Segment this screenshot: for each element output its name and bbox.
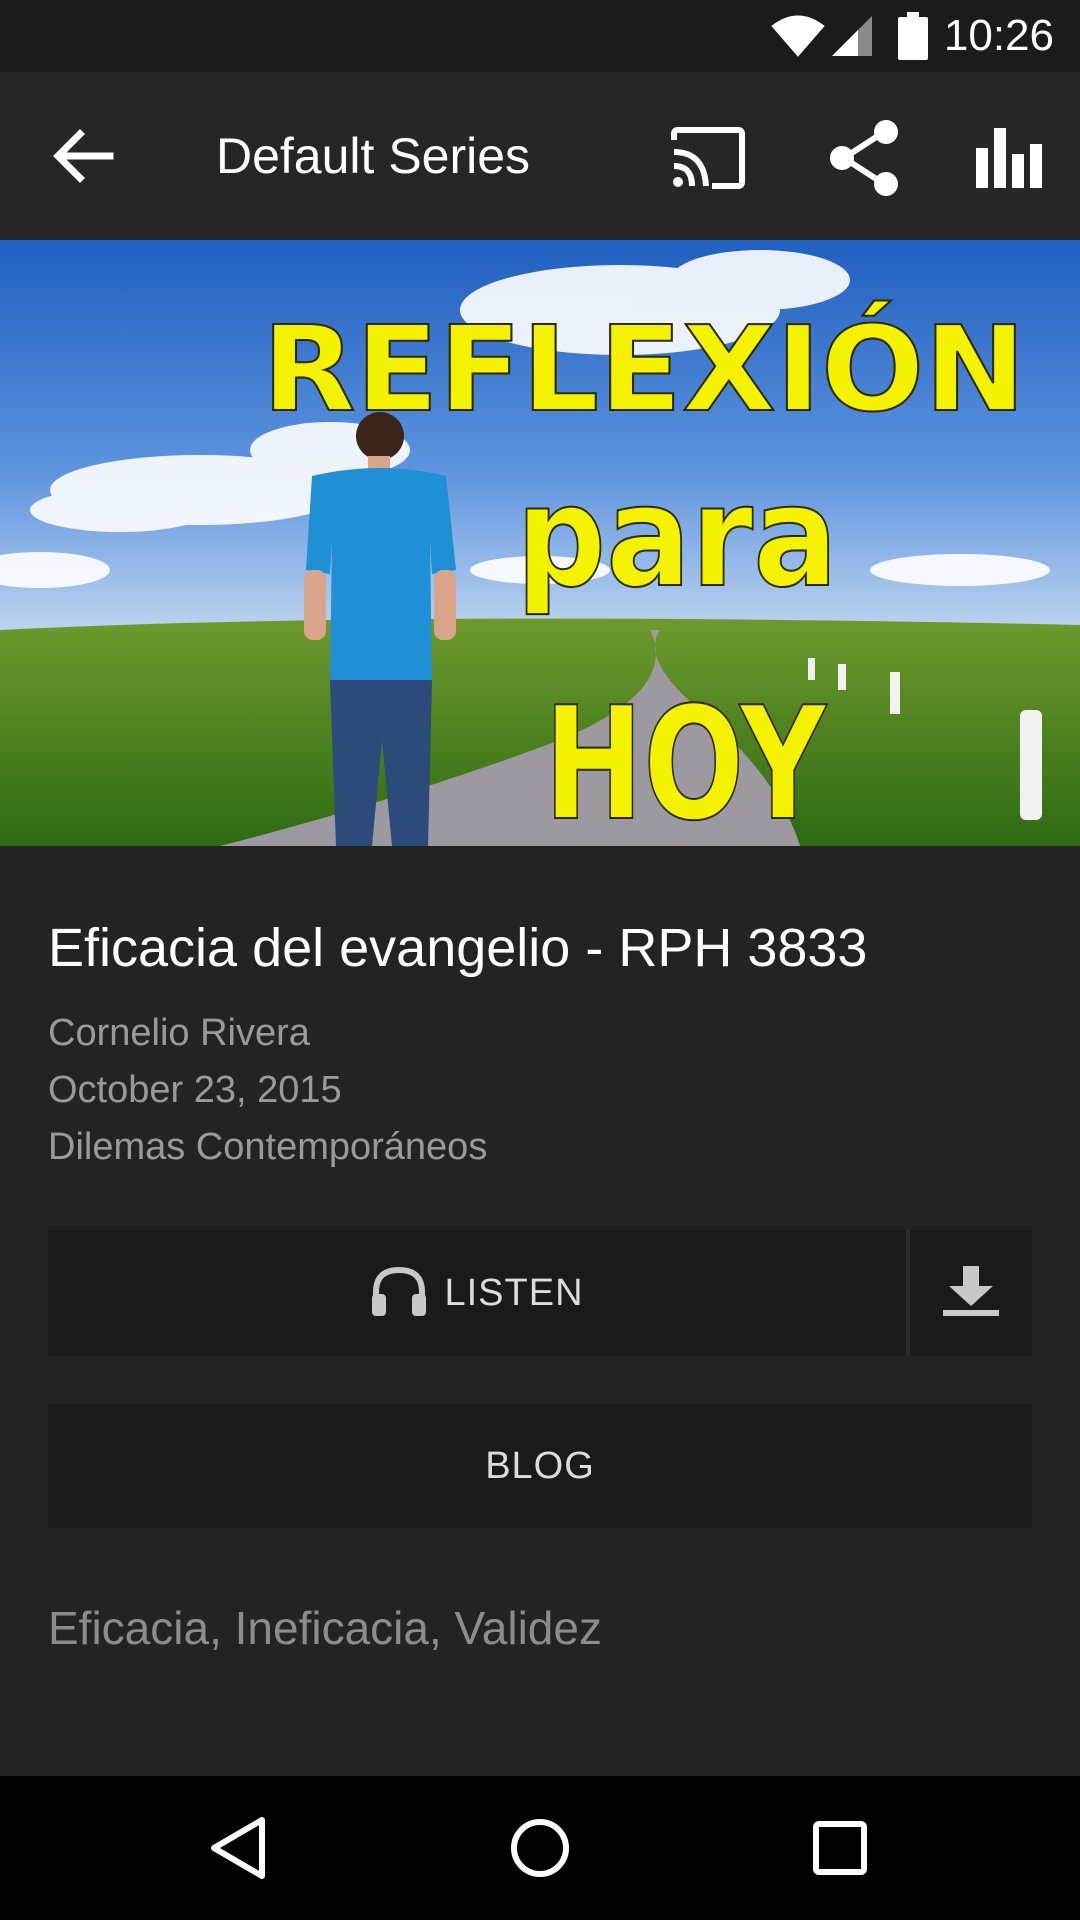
hero-title-line1: REFLEXIÓN <box>262 300 1026 438</box>
status-bar: 10:26 <box>0 0 1080 72</box>
share-button[interactable] <box>822 116 906 200</box>
episode-detail-screen: 10:26 Default Series REFLEXIÓN para HOY … <box>0 0 1080 1920</box>
nav-home-button[interactable] <box>500 1808 580 1888</box>
blog-button[interactable]: BLOG <box>48 1404 1032 1528</box>
episode-tags: Eficacia, Ineficacia, Validez <box>48 1602 602 1654</box>
episode-date: October 23, 2015 <box>48 1069 342 1111</box>
battery-icon <box>898 12 928 65</box>
app-bar: Default Series <box>0 72 1080 240</box>
listen-label: LISTEN <box>444 1271 584 1314</box>
cast-button[interactable] <box>666 116 750 200</box>
arrow-left-icon <box>44 129 124 200</box>
blog-label: BLOG <box>485 1444 595 1487</box>
share-icon <box>822 120 906 204</box>
episode-author: Cornelio Rivera <box>48 1012 310 1054</box>
listen-row: LISTEN <box>48 1230 1032 1356</box>
back-button[interactable] <box>44 116 124 196</box>
hero-title-line3: HOY <box>544 673 828 846</box>
circle-home-icon <box>500 1819 580 1892</box>
hero-title-line2: para <box>516 456 838 619</box>
equalizer-icon <box>966 128 1050 204</box>
status-time: 10:26 <box>943 11 1054 60</box>
series-artwork: REFLEXIÓN para HOY <box>0 240 1080 846</box>
square-recents-icon <box>800 1821 880 1892</box>
headphones-icon <box>370 1264 428 1323</box>
episode-series: Dilemas Contemporáneos <box>48 1126 488 1168</box>
download-button[interactable] <box>910 1230 1032 1356</box>
navigation-bar <box>0 1776 1080 1920</box>
download-icon <box>941 1264 1001 1323</box>
listen-button[interactable]: LISTEN <box>48 1230 906 1356</box>
app-title: Default Series <box>216 128 531 184</box>
stats-button[interactable] <box>966 116 1050 200</box>
nav-recents-button[interactable] <box>800 1808 880 1888</box>
cast-icon <box>666 127 750 204</box>
wifi-icon <box>770 14 826 63</box>
cell-signal-icon <box>830 14 874 63</box>
episode-title: Eficacia del evangelio - RPH 3833 <box>48 918 868 978</box>
triangle-back-icon <box>200 1817 280 1892</box>
nav-back-button[interactable] <box>200 1808 280 1888</box>
